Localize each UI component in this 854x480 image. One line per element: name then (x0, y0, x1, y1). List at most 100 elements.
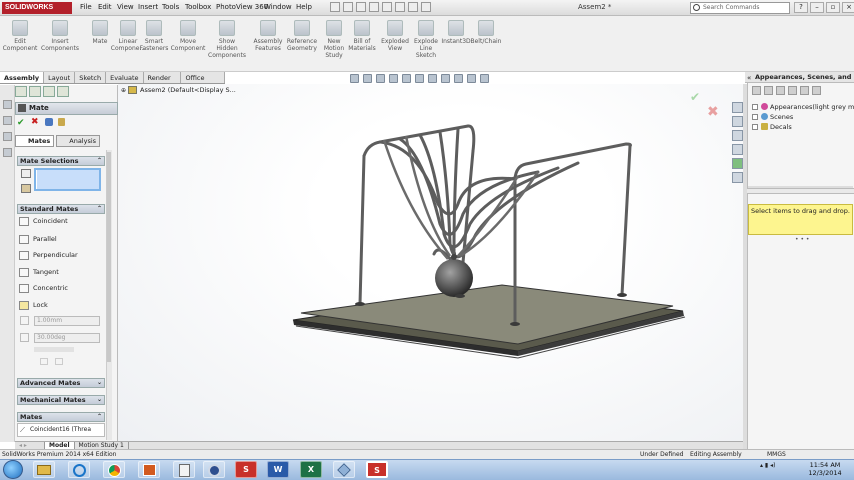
new-icon[interactable] (330, 2, 340, 12)
anti-aligned-icon[interactable] (55, 358, 63, 365)
tab-motion-study[interactable]: Motion Study 1 (75, 442, 129, 449)
pushpin-icon[interactable] (45, 118, 53, 126)
file-explorer-icon[interactable] (732, 130, 743, 141)
multiple-mate-icon[interactable] (21, 184, 31, 193)
forward-icon[interactable] (764, 86, 773, 95)
tree-item-decals[interactable]: Decals (752, 123, 792, 132)
tab-model[interactable]: Model (45, 442, 75, 449)
tree-item-scenes[interactable]: Scenes (752, 113, 793, 122)
dynamic-annotation-icon[interactable] (402, 74, 411, 83)
search-input[interactable]: Search Commands (690, 2, 790, 14)
property-manager-icon[interactable] (3, 116, 12, 125)
menu-window[interactable]: Window (264, 3, 292, 11)
hide-show-icon[interactable] (441, 74, 450, 83)
display-style-icon[interactable] (428, 74, 437, 83)
mates-header[interactable]: Mates ⌃ (17, 412, 105, 422)
mate-parallel[interactable]: Parallel (19, 233, 105, 246)
advanced-mates-header[interactable]: Advanced Mates ⌄ (17, 378, 105, 388)
cancel-button[interactable]: ✖ (31, 117, 39, 127)
angle-field[interactable]: 30.00deg (34, 333, 100, 343)
configuration-manager-tab-icon[interactable] (43, 86, 55, 97)
help-icon[interactable] (812, 86, 821, 95)
solidworks-logo[interactable]: SOLIDWORKS (2, 2, 72, 14)
start-button[interactable] (3, 460, 23, 479)
help-doc-icon[interactable] (58, 118, 65, 126)
settings-taskbar-icon[interactable] (203, 461, 225, 478)
previous-view-icon[interactable] (376, 74, 385, 83)
task-pane-divider[interactable] (747, 188, 854, 194)
status-units[interactable]: MMGS (767, 450, 786, 459)
feature-tree-icon[interactable] (3, 100, 12, 109)
tab-assembly[interactable]: Assembly (0, 72, 45, 83)
print-icon[interactable] (369, 2, 379, 12)
resize-grip-icon[interactable]: • • • (795, 236, 809, 243)
expand-icon[interactable]: ⌄ (97, 379, 102, 387)
explorer-taskbar-icon[interactable] (33, 461, 55, 478)
tab-scroll-left-icon[interactable]: ◂ ▸ (15, 442, 45, 449)
feature-tree-root[interactable]: Assem2 (Default<Display S... (140, 86, 236, 94)
property-manager-tab-icon[interactable] (29, 86, 41, 97)
edit-appearance-icon[interactable] (454, 74, 463, 83)
move-component-button[interactable]: Move Component (168, 18, 208, 52)
menu-toolbox[interactable]: Toolbox (185, 3, 211, 11)
menu-photoview[interactable]: PhotoView 360 (216, 3, 268, 11)
tab-analysis[interactable]: Analysis (56, 135, 101, 147)
appearances-tab-icon[interactable] (732, 158, 743, 169)
zoom-to-fit-icon[interactable] (350, 74, 359, 83)
chrome-taskbar-icon[interactable] (103, 461, 125, 478)
belt-chain-button[interactable]: Belt/Chain (466, 18, 506, 45)
tab-sketch[interactable]: Sketch (75, 72, 107, 83)
undo-icon[interactable] (382, 2, 392, 12)
minimize-button[interactable]: – (810, 2, 824, 13)
search-results-icon[interactable] (732, 144, 743, 155)
menu-help[interactable]: Help (296, 3, 312, 11)
tree-icon[interactable] (800, 86, 809, 95)
menu-file[interactable]: File (80, 3, 92, 11)
section-view-icon[interactable] (389, 74, 398, 83)
insert-components-button[interactable]: Insert Components (40, 18, 80, 52)
mate-coincident[interactable]: Coincident (19, 215, 105, 228)
expand-icon[interactable]: ⌄ (97, 396, 102, 404)
feature-manager-tab-icon[interactable] (15, 86, 27, 97)
expand-icon[interactable]: ⊕ (121, 87, 126, 94)
options-icon[interactable] (421, 2, 431, 12)
tab-evaluate[interactable]: Evaluate (106, 72, 144, 83)
menu-view[interactable]: View (117, 3, 134, 11)
tab-office-products[interactable]: Office Products (181, 72, 225, 92)
mate-perpendicular[interactable]: Perpendicular (19, 249, 105, 262)
close-button[interactable]: × (842, 2, 854, 13)
ok-button[interactable]: ✔ (17, 118, 25, 128)
apply-scene-icon[interactable] (467, 74, 476, 83)
mates-list-item[interactable]: Coincident16 (Threa (17, 423, 105, 437)
help-icon[interactable]: ? (794, 2, 808, 13)
collapse-icon[interactable]: ⌃ (97, 205, 102, 213)
aligned-icon[interactable] (40, 358, 48, 365)
mate-lock[interactable]: Lock (19, 299, 105, 312)
resources-icon[interactable] (732, 102, 743, 113)
view-settings-icon[interactable] (480, 74, 489, 83)
back-icon[interactable] (752, 86, 761, 95)
expand-icon[interactable] (752, 104, 758, 110)
standard-mates-header[interactable]: Standard Mates ⌃ (17, 204, 105, 214)
solidworks-taskbar-icon[interactable]: S (235, 461, 257, 478)
word-taskbar-icon[interactable]: W (267, 461, 289, 478)
open-icon[interactable] (343, 2, 353, 12)
mate-concentric[interactable]: Concentric (19, 282, 105, 295)
graphics-area[interactable] (118, 84, 743, 441)
design-library-icon[interactable] (732, 116, 743, 127)
mate-tangent[interactable]: Tangent (19, 266, 105, 279)
expand-icon[interactable] (752, 114, 758, 120)
collapse-icon[interactable]: ⌃ (97, 413, 102, 421)
rebuild-icon[interactable] (408, 2, 418, 12)
menu-insert[interactable]: Insert (138, 3, 158, 11)
confirmation-cancel-icon[interactable]: ✖ (707, 104, 719, 120)
restore-button[interactable]: ▫ (826, 2, 840, 13)
tab-mates[interactable]: Mates (15, 135, 55, 147)
menu-edit[interactable]: Edit (98, 3, 112, 11)
collapse-pane-icon[interactable]: « (747, 74, 751, 82)
media-taskbar-icon[interactable] (138, 461, 160, 478)
mechanical-mates-header[interactable]: Mechanical Mates ⌄ (17, 395, 105, 405)
collapse-icon[interactable]: ⌃ (97, 157, 102, 165)
distance-field[interactable]: 1.00mm (34, 316, 100, 326)
edrawings-taskbar-icon[interactable] (333, 461, 355, 478)
